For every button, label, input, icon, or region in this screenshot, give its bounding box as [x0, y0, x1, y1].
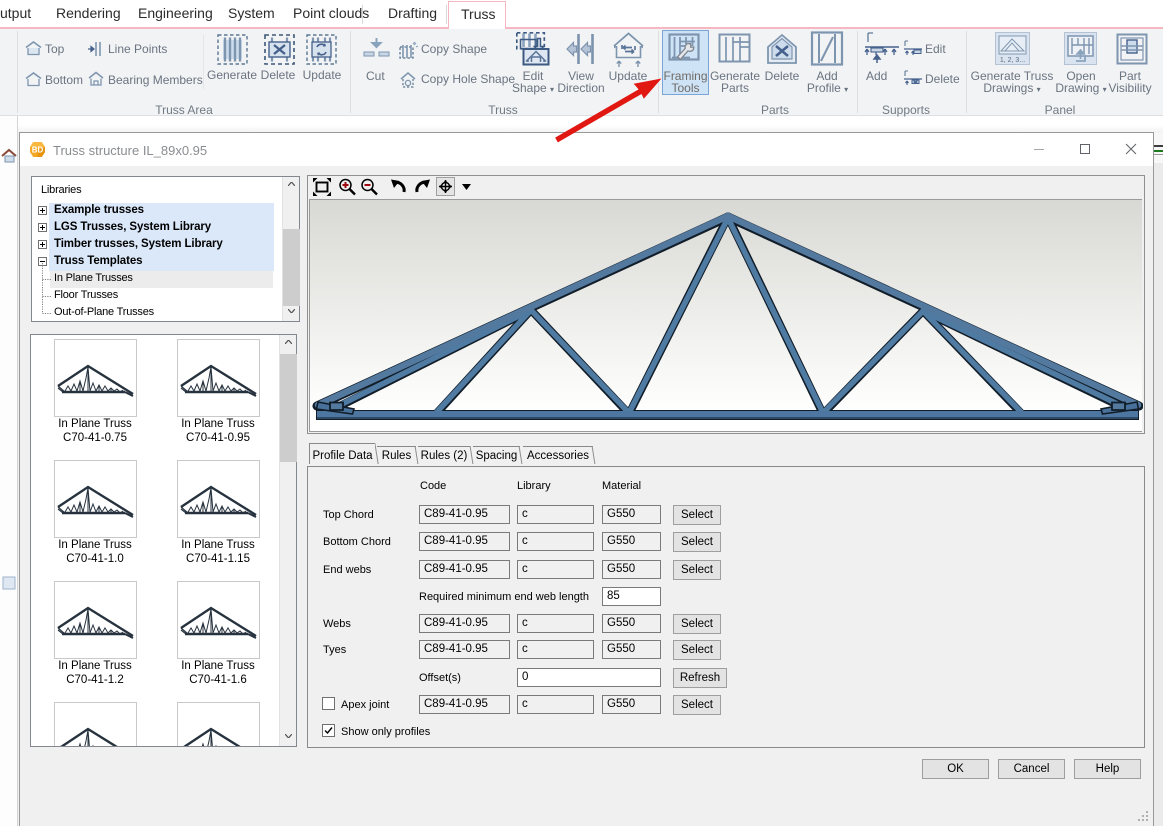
svg-text:BD: BD: [32, 146, 44, 155]
svg-text:1, 2, 3...: 1, 2, 3...: [1000, 57, 1025, 64]
